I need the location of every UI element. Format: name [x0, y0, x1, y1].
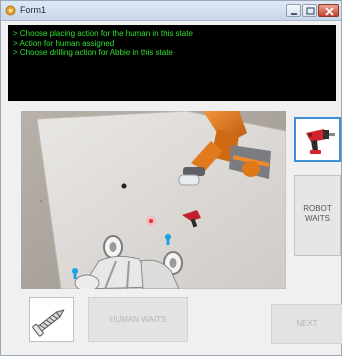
form-window: Form1 > Choose placing action for the hu…: [0, 0, 342, 356]
robot-waits-label: ROBOT WAITS: [303, 204, 332, 223]
minimize-icon: [291, 13, 297, 15]
maximize-icon: [306, 7, 315, 15]
window-title: Form1: [20, 5, 47, 15]
human-waits-button[interactable]: HUMAN WAITS: [88, 297, 188, 342]
app-icon: [5, 5, 16, 16]
console-output[interactable]: > Choose placing action for the human in…: [8, 25, 336, 101]
next-label: NEXT: [296, 319, 318, 328]
human-waits-label: HUMAN WAITS: [109, 315, 167, 324]
scene-view[interactable]: [21, 111, 286, 289]
scene-image: [21, 111, 286, 289]
drill-tool-button[interactable]: [294, 117, 341, 162]
minimize-button[interactable]: [286, 4, 301, 17]
console-line: > Action for human assigned: [13, 38, 115, 48]
robot-waits-button[interactable]: ROBOT WAITS: [294, 175, 341, 256]
console-line: > Choose drilling action for Abbie in th…: [13, 48, 173, 57]
console-line: > Choose placing action for the human in…: [13, 29, 193, 38]
drill-icon: [306, 129, 335, 154]
screw-icon: [32, 309, 65, 337]
work-table: [36, 111, 286, 289]
next-button[interactable]: NEXT: [271, 304, 342, 344]
title-bar[interactable]: Form1: [1, 1, 341, 21]
screw-tool-button[interactable]: [29, 297, 74, 342]
black-marker: [121, 183, 127, 189]
close-button[interactable]: [318, 4, 339, 17]
close-icon: [325, 7, 334, 16]
maximize-button[interactable]: [302, 4, 317, 17]
